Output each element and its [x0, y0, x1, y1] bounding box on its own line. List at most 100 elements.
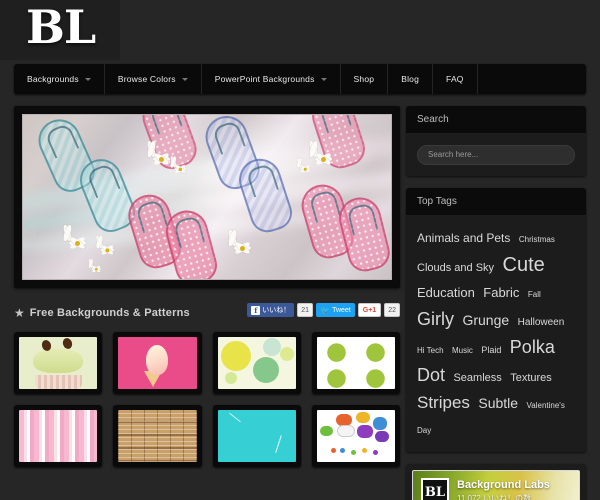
twitter-tweet-label: Tweet — [332, 306, 351, 314]
tag-cloud: Animals and Pets Christmas Clouds and Sk… — [417, 226, 575, 442]
daisy-icon — [173, 162, 187, 176]
tag-link[interactable]: Grunge — [462, 312, 509, 328]
circle-shape — [220, 341, 251, 372]
page-title: Free Backgrounds & Patterns — [29, 307, 190, 319]
featured-background-frame[interactable] — [14, 106, 400, 288]
person-icon — [340, 448, 346, 454]
main-content: ★ Free Backgrounds & Patterns f いいね！ 21 … — [14, 106, 400, 467]
facebook-icon: f — [251, 305, 261, 315]
tag-link[interactable]: Cute — [503, 254, 545, 276]
thumbnail-woven-wood-basket[interactable] — [113, 405, 202, 467]
nav-item-powerpoint-backgrounds[interactable]: PowerPoint Backgrounds — [202, 64, 341, 94]
site-header: BL — [0, 0, 600, 60]
search-input[interactable] — [417, 144, 575, 165]
nav-item-label: Backgrounds — [27, 74, 79, 84]
tag-link[interactable]: Christmas — [519, 235, 555, 244]
facebook-like-button[interactable]: f いいね！ — [247, 303, 295, 317]
nav-item-faq[interactable]: FAQ — [433, 64, 478, 94]
circle-shape — [225, 372, 238, 385]
top-tags-widget-body: Animals and Pets Christmas Clouds and Sk… — [406, 215, 586, 453]
thumbnail-pink-ice-cream-cone[interactable] — [113, 332, 202, 394]
social-share-bar: f いいね！ 21 🐦 Tweet G+1 22 — [247, 303, 400, 317]
nav-item-label: FAQ — [446, 74, 464, 84]
facebook-like-count: 21 — [297, 303, 314, 317]
twitter-bird-icon: 🐦 — [320, 305, 331, 315]
person-icon — [362, 448, 368, 454]
google-plus-one-button[interactable]: G+1 — [357, 303, 382, 317]
daisy-icon — [152, 149, 172, 169]
thumbnail-pistachio-cupcake[interactable] — [14, 332, 103, 394]
speech-bubble — [319, 425, 333, 436]
cupcake-frosting — [33, 348, 84, 374]
facebook-like-label: いいね！ — [262, 307, 291, 314]
sidebar: Search Top Tags Animals and Pets Christm… — [406, 106, 586, 500]
tag-link[interactable]: Clouds and Sky — [417, 262, 494, 274]
tag-link[interactable]: Subtle — [478, 395, 518, 411]
speech-bubble — [373, 417, 388, 431]
star-icon: ★ — [14, 306, 25, 320]
daisy-icon — [299, 163, 311, 175]
person-icon — [373, 449, 379, 455]
background-thumbnail-grid — [14, 332, 400, 467]
tag-link[interactable]: Seamless — [453, 372, 501, 384]
nav-item-shop[interactable]: Shop — [341, 64, 389, 94]
featured-background-image — [22, 114, 392, 280]
thumbnail-yellow-green-circles[interactable] — [212, 332, 301, 394]
daisy-icon — [314, 149, 334, 169]
tag-link[interactable]: Animals and Pets — [417, 231, 510, 245]
thumbnail-green-retro-pattern[interactable] — [311, 332, 400, 394]
facebook-page-avatar: BL — [421, 478, 449, 500]
tag-link[interactable]: Fabric — [483, 285, 519, 300]
thumbnail-teal-dandelion[interactable] — [212, 405, 301, 467]
search-widget: Search — [406, 106, 586, 176]
section-header: ★ Free Backgrounds & Patterns f いいね！ 21 … — [14, 302, 400, 324]
tag-link[interactable]: Music — [452, 346, 473, 355]
person-icon — [330, 448, 336, 454]
twitter-tweet-button[interactable]: 🐦 Tweet — [316, 303, 355, 317]
speech-bubble — [355, 412, 370, 424]
tag-link[interactable]: Textures — [510, 372, 552, 384]
thumbnail-colorful-speech-bubbles[interactable] — [311, 405, 400, 467]
nav-item-browse-colors[interactable]: Browse Colors — [105, 64, 202, 94]
thumbnail-image — [217, 337, 296, 389]
floating-seed — [229, 413, 242, 423]
chevron-down-icon — [181, 77, 188, 81]
nav-item-label: Browse Colors — [117, 74, 176, 84]
tag-link[interactable]: Education — [417, 285, 475, 300]
thumbnail-image — [19, 410, 98, 462]
speech-bubble — [374, 430, 389, 442]
tag-link[interactable]: Fall — [528, 290, 541, 299]
nav-item-blog[interactable]: Blog — [388, 64, 434, 94]
thumbnail-pink-stripes[interactable] — [14, 405, 103, 467]
nav-item-label: Shop — [353, 74, 375, 84]
facebook-page-widget: BL Background Labs 11,072 いいね！の数 f このページ… — [406, 464, 586, 500]
speech-bubble — [357, 424, 374, 438]
circle-shape — [262, 338, 281, 357]
circle-shape — [280, 347, 295, 362]
daisy-icon — [233, 238, 253, 258]
daisy-icon — [67, 233, 87, 253]
tag-link[interactable]: Girly — [417, 309, 454, 329]
thumbnail-image — [19, 337, 98, 389]
circle-shape — [253, 356, 280, 383]
nav-empty-space — [478, 64, 586, 94]
daisy-icon — [99, 242, 115, 258]
site-logo[interactable]: BL — [26, 4, 96, 50]
ice-cream-swirl — [146, 345, 169, 376]
chevron-down-icon — [84, 77, 91, 81]
tag-link[interactable]: Halloween — [518, 317, 565, 328]
search-widget-title: Search — [406, 106, 586, 133]
facebook-like-count-label: 11,072 いいね！の数 — [457, 494, 532, 500]
nav-item-backgrounds[interactable]: Backgrounds — [14, 64, 105, 94]
facebook-page-name[interactable]: Background Labs — [457, 479, 550, 491]
thumbnail-image — [316, 410, 395, 462]
google-plus-icon: G+1 — [362, 306, 377, 314]
dandelion-puff — [261, 428, 284, 445]
tag-link[interactable]: Stripes — [417, 393, 470, 412]
tag-link[interactable]: Plaid — [481, 345, 501, 355]
main-navigation: Backgrounds Browse Colors PowerPoint Bac… — [14, 64, 586, 94]
facebook-page-card: BL Background Labs 11,072 いいね！の数 f このページ… — [412, 470, 580, 500]
chevron-down-icon — [320, 77, 327, 81]
tag-link[interactable]: Hi Tech — [417, 346, 444, 355]
speech-bubble — [337, 424, 356, 437]
